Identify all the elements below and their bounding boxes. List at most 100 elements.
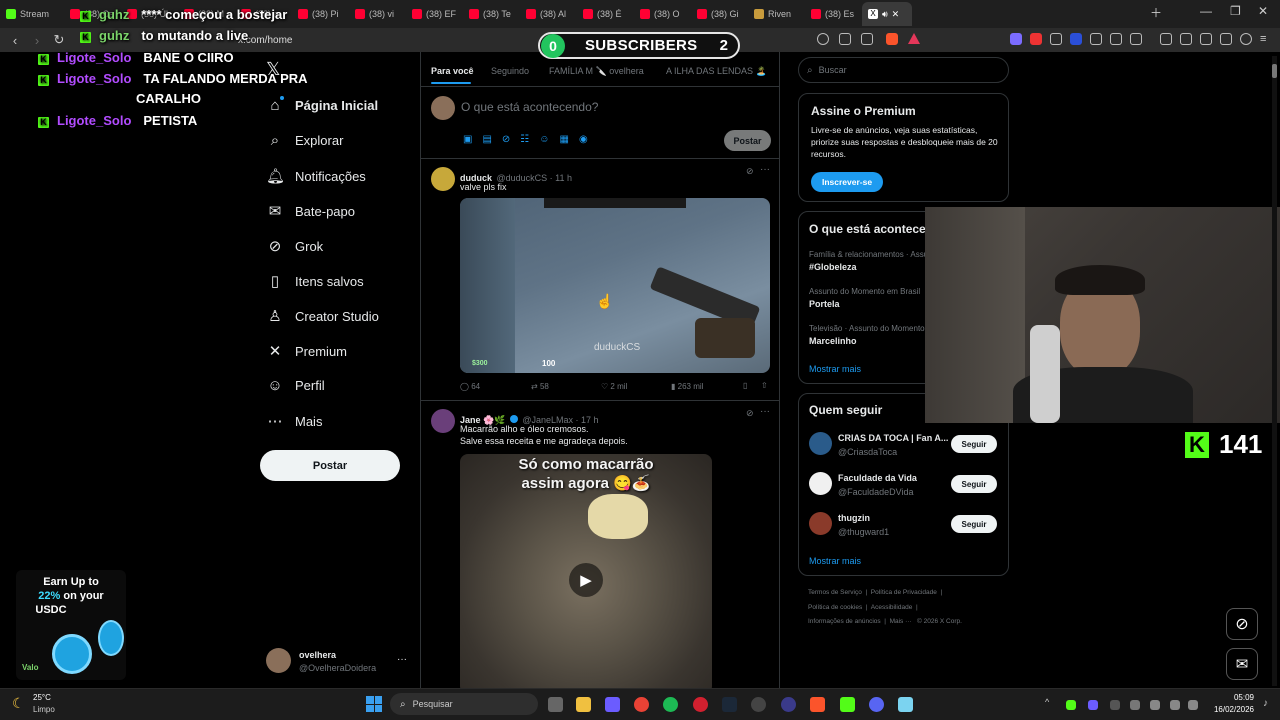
brave-icon[interactable] xyxy=(810,697,825,712)
subscribe-button[interactable]: Inscrever-se xyxy=(811,172,883,192)
scrollbar[interactable] xyxy=(1272,56,1277,686)
app-icon[interactable] xyxy=(605,697,620,712)
bluetooth-icon[interactable] xyxy=(1110,700,1120,710)
back-button[interactable]: ‹ xyxy=(4,33,26,48)
retweet-action[interactable]: ⇄ 58 xyxy=(531,382,549,391)
browser-tab[interactable]: (38) Gi xyxy=(691,2,748,26)
browser-tab[interactable]: (38) O xyxy=(634,2,691,26)
nav-notifications[interactable]: 🔔︎ Notificações xyxy=(266,167,366,185)
footer-link[interactable]: Mais ··· xyxy=(890,618,912,625)
discord-icon[interactable] xyxy=(869,697,884,712)
browser-tab[interactable]: (38) Al xyxy=(520,2,577,26)
screenshot-icon[interactable] xyxy=(1130,33,1142,45)
schedule-icon[interactable]: ▦ xyxy=(559,134,568,145)
footer-link[interactable]: Acessibilidade xyxy=(871,604,913,611)
follow-name[interactable]: Faculdade da Vida xyxy=(838,473,917,483)
nav-profile[interactable]: ☺ Perfil xyxy=(266,377,324,394)
grok-icon[interactable]: ⊘ xyxy=(746,166,754,177)
brave-shield-icon[interactable] xyxy=(886,33,898,45)
tweet-more-icon[interactable]: ··· xyxy=(760,406,770,417)
compose-input[interactable]: O que está acontecendo? xyxy=(461,100,598,114)
follow-show-more[interactable]: Mostrar mais xyxy=(809,556,861,566)
vpn-icon[interactable] xyxy=(1240,33,1252,45)
menu-icon[interactable]: ≡ xyxy=(1260,33,1272,45)
minimize-button[interactable]: — xyxy=(1200,4,1212,18)
new-tab-button[interactable]: ＋ xyxy=(1150,4,1162,21)
tweet-avatar[interactable] xyxy=(431,167,455,191)
post-button[interactable]: Postar xyxy=(260,450,400,481)
close-tab-icon[interactable]: ✕ xyxy=(892,9,900,20)
tweet-media-video[interactable]: duduckCS $300 100 ☝ xyxy=(460,198,770,373)
nav-premium[interactable]: ✕ Premium xyxy=(266,342,347,360)
tab-for-you[interactable]: Para você xyxy=(431,66,474,76)
tab-list-familia[interactable]: FAMÍLIA M 🔪 ovelhera xyxy=(549,66,644,77)
emoji-icon[interactable]: ☺ xyxy=(539,134,549,145)
notepad-icon[interactable] xyxy=(898,697,913,712)
extension-icon[interactable] xyxy=(1090,33,1102,45)
browser-tab[interactable]: (38) Te xyxy=(463,2,520,26)
extension-icon[interactable] xyxy=(1010,33,1022,45)
app-icon[interactable] xyxy=(781,697,796,712)
share-icon[interactable] xyxy=(861,33,873,45)
follow-button[interactable]: Seguir xyxy=(951,435,997,453)
tweet-more-icon[interactable]: ··· xyxy=(760,164,770,175)
grok-icon[interactable]: ⊘ xyxy=(746,408,754,419)
brave-rewards-icon[interactable] xyxy=(908,33,920,44)
account-menu-icon[interactable]: ··· xyxy=(397,654,407,665)
nav-grok[interactable]: ⊘ Grok xyxy=(266,237,323,255)
footer-link[interactable]: Termos de Serviço xyxy=(808,589,862,596)
tab-list-ilha[interactable]: A ILHA DAS LENDAS 🏝️ xyxy=(666,66,767,77)
tray-icon[interactable] xyxy=(1130,700,1140,710)
browser-tab[interactable]: Stream xyxy=(0,2,64,26)
browser-tab[interactable]: (38) Pi xyxy=(292,2,349,26)
follow-button[interactable]: Seguir xyxy=(951,515,997,533)
wallet-icon[interactable] xyxy=(1200,33,1212,45)
extension-icon[interactable] xyxy=(1070,33,1082,45)
spotify-icon[interactable] xyxy=(663,697,678,712)
tweet-avatar[interactable] xyxy=(431,409,455,433)
location-icon[interactable]: ◉ xyxy=(579,134,588,145)
ad-banner[interactable]: Earn Up to 22% on your USDC Valo xyxy=(16,570,126,680)
notifications-bell-icon[interactable]: ♪ xyxy=(1263,698,1268,709)
browser-tab[interactable]: (38) É xyxy=(577,2,634,26)
sidebar-icon[interactable] xyxy=(1180,33,1192,45)
bookmark-icon[interactable]: ▯ xyxy=(743,381,747,390)
maximize-button[interactable]: ❐ xyxy=(1230,4,1241,18)
nav-more[interactable]: ⋯ Mais xyxy=(266,412,323,430)
views-action[interactable]: ▮ 263 mil xyxy=(671,382,703,391)
browser-tab[interactable]: (38) vi xyxy=(349,2,406,26)
browser-tab[interactable]: (38) EF xyxy=(406,2,463,26)
file-explorer-icon[interactable] xyxy=(576,697,591,712)
opera-icon[interactable] xyxy=(693,697,708,712)
tweet-media-video[interactable]: Só como macarrão assim agora 😋🍝 ▶ xyxy=(460,454,712,694)
grok-float-button[interactable]: ⊘ xyxy=(1226,608,1258,640)
nav-creator-studio[interactable]: ♙ Creator Studio xyxy=(266,307,379,325)
extension-icon[interactable] xyxy=(1030,33,1042,45)
follow-avatar[interactable] xyxy=(809,432,832,455)
messages-float-button[interactable]: ✉ xyxy=(1226,648,1258,680)
follow-avatar[interactable] xyxy=(809,512,832,535)
tray-icon[interactable] xyxy=(1088,700,1098,710)
tray-icon[interactable] xyxy=(1066,700,1076,710)
account-avatar[interactable] xyxy=(266,648,291,673)
microphone-icon[interactable] xyxy=(1150,700,1160,710)
follow-button[interactable]: Seguir xyxy=(951,475,997,493)
follow-avatar[interactable] xyxy=(809,472,832,495)
nav-chat[interactable]: ✉ Bate-papo xyxy=(266,202,355,220)
gif-icon[interactable]: ▤ xyxy=(482,134,491,145)
clock-time[interactable]: 05:09 xyxy=(1218,693,1254,702)
poll-icon[interactable]: ☷ xyxy=(520,134,529,145)
kick-icon[interactable] xyxy=(840,697,855,712)
windows-start-icon[interactable] xyxy=(366,696,382,712)
compose-post-button[interactable]: Postar xyxy=(724,130,771,151)
trend-item[interactable]: Marcelinho xyxy=(809,336,857,346)
media-icon[interactable] xyxy=(1160,33,1172,45)
volume-icon[interactable] xyxy=(1188,700,1198,710)
reply-action[interactable]: ◯ 64 xyxy=(460,382,480,391)
share-icon[interactable]: ⇧ xyxy=(761,381,768,390)
nav-bookmarks[interactable]: ▯ Itens salvos xyxy=(266,272,364,290)
nav-explore[interactable]: ⌕ Explorar xyxy=(266,132,344,149)
tab-following[interactable]: Seguindo xyxy=(491,66,529,76)
browser-tab[interactable]: Riven xyxy=(748,2,805,26)
follow-name[interactable]: CRIAS DA TOCA | Fan A... xyxy=(838,433,948,443)
